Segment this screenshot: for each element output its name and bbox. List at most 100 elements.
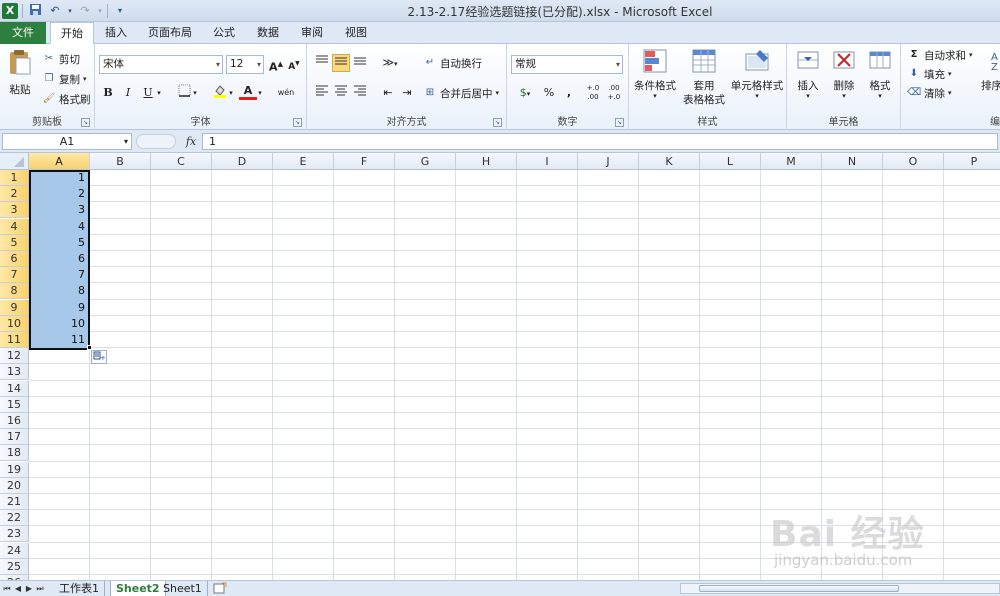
orientation-button[interactable]: ≫▾: [379, 54, 401, 72]
phonetic-button[interactable]: wén: [275, 84, 297, 102]
decrease-indent-button[interactable]: ⇤: [379, 84, 397, 102]
increase-decimal-button[interactable]: +.0 .00: [583, 84, 603, 102]
row-header-5[interactable]: 5: [0, 234, 29, 251]
conditional-format-button[interactable]: 条件格式 ▾: [631, 48, 679, 112]
select-all-corner[interactable]: [0, 153, 29, 170]
column-header-g[interactable]: G: [395, 153, 456, 170]
insert-sheet-icon[interactable]: [212, 582, 228, 595]
column-header-e[interactable]: E: [273, 153, 334, 170]
row-header-14[interactable]: 14: [0, 380, 29, 397]
italic-button[interactable]: I: [119, 84, 137, 102]
row-header-7[interactable]: 7: [0, 267, 29, 284]
row-header-1[interactable]: 1: [0, 170, 29, 186]
shrink-font-button[interactable]: A▼: [285, 55, 303, 73]
format-painter-button[interactable]: 🖌 格式刷: [42, 90, 91, 108]
format-as-table-button[interactable]: 套用 表格格式: [679, 48, 729, 112]
row-header-6[interactable]: 6: [0, 251, 29, 267]
insert-function-button[interactable]: fx: [182, 133, 200, 150]
align-bottom-button[interactable]: [351, 54, 369, 72]
paste-button[interactable]: 粘贴: [4, 48, 36, 100]
row-header-10[interactable]: 10: [0, 315, 29, 332]
cell-styles-button[interactable]: 单元格样式 ▾: [729, 48, 785, 112]
tab-data[interactable]: 数据: [248, 22, 288, 44]
cut-button[interactable]: ✂ 剪切: [42, 50, 80, 68]
clear-button[interactable]: ⌫ 清除 ▾: [907, 84, 952, 102]
column-header-p[interactable]: P: [944, 153, 1000, 170]
row-header-19[interactable]: 19: [0, 461, 29, 478]
delete-cells-button[interactable]: 删除 ▾: [827, 48, 861, 112]
underline-dropdown-icon[interactable]: ▾: [155, 84, 163, 102]
align-left-button[interactable]: [313, 84, 331, 102]
spreadsheet-grid[interactable]: ABCDEFGHIJKLMNOP 1 2 3 4 5 6 7 8 9 10 11 12 13 14 15 16…: [0, 153, 1000, 580]
cell-a1[interactable]: 1: [29, 170, 88, 186]
clear-dropdown-icon[interactable]: ▾: [948, 89, 952, 97]
column-header-h[interactable]: H: [456, 153, 517, 170]
cell-a5[interactable]: 5: [29, 235, 88, 251]
prev-sheet-icon[interactable]: ◀: [13, 582, 23, 595]
column-header-l[interactable]: L: [700, 153, 761, 170]
tab-view[interactable]: 视图: [336, 22, 376, 44]
alignment-launcher-icon[interactable]: ↘: [493, 118, 502, 127]
tab-review[interactable]: 审阅: [292, 22, 332, 44]
bold-button[interactable]: B: [99, 84, 117, 102]
column-header-a[interactable]: A: [29, 153, 90, 170]
row-header-4[interactable]: 4: [0, 218, 29, 235]
clipboard-launcher-icon[interactable]: ↘: [81, 118, 90, 127]
column-header-o[interactable]: O: [883, 153, 944, 170]
last-sheet-icon[interactable]: ⏭: [35, 582, 45, 595]
sort-filter-button[interactable]: AZ 排序和: [979, 48, 1000, 112]
column-header-d[interactable]: D: [212, 153, 273, 170]
autofill-options-icon[interactable]: +: [91, 350, 107, 365]
font-size-select[interactable]: 12 ▾: [226, 55, 264, 74]
cell-a2[interactable]: 2: [29, 186, 88, 202]
column-header-b[interactable]: B: [90, 153, 151, 170]
cell-a4[interactable]: 4: [29, 219, 88, 235]
row-header-21[interactable]: 21: [0, 494, 29, 510]
column-header-f[interactable]: F: [334, 153, 395, 170]
align-center-button[interactable]: [332, 84, 350, 102]
cell-a8[interactable]: 8: [29, 283, 88, 299]
tab-formulas[interactable]: 公式: [204, 22, 244, 44]
column-header-k[interactable]: K: [639, 153, 700, 170]
fill-button[interactable]: ⬇ 填充 ▾: [907, 65, 952, 83]
merge-center-button[interactable]: ⊞ 合并后居中 ▾: [423, 84, 499, 102]
row-header-24[interactable]: 24: [0, 542, 29, 559]
merge-dropdown-icon[interactable]: ▾: [496, 89, 500, 97]
align-top-button[interactable]: [313, 54, 331, 72]
tab-home[interactable]: 开始: [50, 22, 94, 45]
row-header-11[interactable]: 11: [0, 332, 29, 348]
column-header-m[interactable]: M: [761, 153, 822, 170]
wrap-text-button[interactable]: ↵ 自动换行: [423, 54, 482, 72]
row-header-3[interactable]: 3: [0, 202, 29, 219]
row-header-17[interactable]: 17: [0, 429, 29, 446]
number-launcher-icon[interactable]: ↘: [615, 118, 624, 127]
autosum-button[interactable]: Σ 自动求和 ▾: [907, 46, 973, 64]
tab-file[interactable]: 文件: [0, 22, 46, 44]
increase-indent-button[interactable]: ⇥: [398, 84, 416, 102]
font-name-select[interactable]: 宋体 ▾: [99, 55, 223, 74]
copy-button[interactable]: ❐ 复制 ▾: [42, 70, 87, 88]
row-header-9[interactable]: 9: [0, 299, 29, 316]
decrease-decimal-button[interactable]: .00 +.0: [604, 84, 624, 102]
percent-button[interactable]: %: [540, 84, 558, 102]
row-header-13[interactable]: 13: [0, 364, 29, 381]
column-header-i[interactable]: I: [517, 153, 578, 170]
fill-dropdown-icon[interactable]: ▾: [948, 70, 952, 78]
number-format-select[interactable]: 常规 ▾: [511, 55, 623, 74]
border-dropdown-icon[interactable]: ▾: [191, 84, 199, 102]
formula-bar-expand-handle[interactable]: [136, 134, 176, 149]
row-header-8[interactable]: 8: [0, 283, 29, 300]
cell-a9[interactable]: 9: [29, 300, 88, 316]
align-middle-button[interactable]: [332, 54, 350, 72]
first-sheet-icon[interactable]: ⏮: [2, 582, 12, 595]
row-header-23[interactable]: 23: [0, 526, 29, 543]
row-header-12[interactable]: 12: [0, 348, 29, 365]
column-header-j[interactable]: J: [578, 153, 639, 170]
cell-a3[interactable]: 3: [29, 202, 88, 218]
accounting-button[interactable]: $▾: [513, 84, 537, 102]
align-right-button[interactable]: [351, 84, 369, 102]
sheet-tab[interactable]: Sheet1: [158, 581, 208, 596]
row-header-22[interactable]: 22: [0, 510, 29, 527]
tab-page-layout[interactable]: 页面布局: [142, 22, 198, 44]
next-sheet-icon[interactable]: ▶: [24, 582, 34, 595]
